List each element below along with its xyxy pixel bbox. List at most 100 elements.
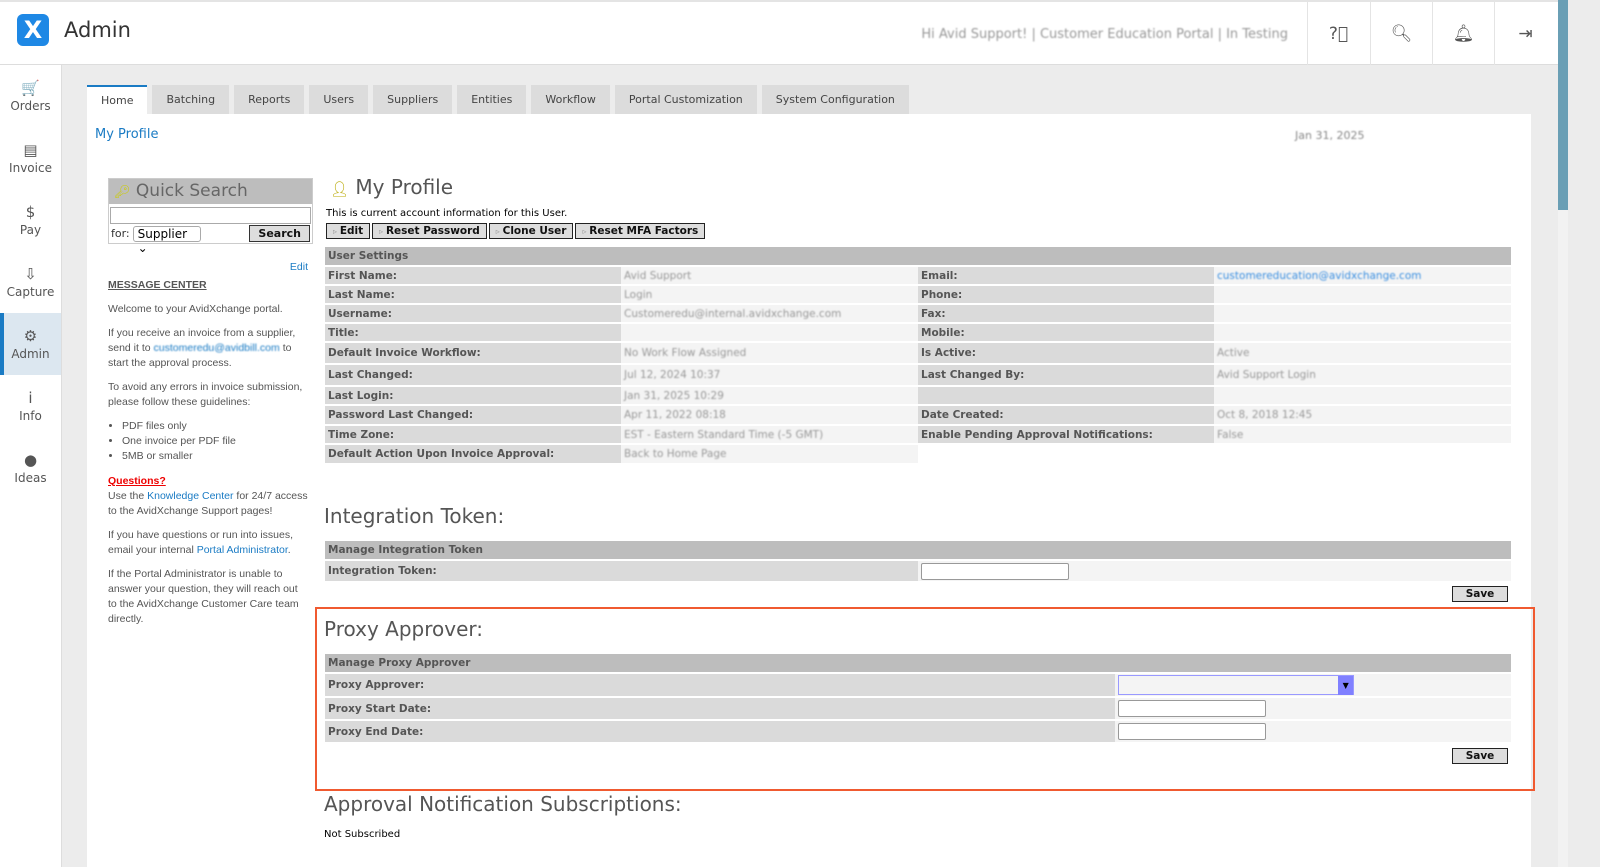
- proxy-approver-table: Manage Proxy Approver Proxy Approver: ▼ P…: [325, 654, 1511, 744]
- admin-note: If the Portal Administrator is unable to…: [108, 568, 299, 625]
- portal-admin-link[interactable]: Portal Administrator: [197, 544, 288, 556]
- for-label: for:: [111, 227, 130, 240]
- search-type-select[interactable]: Supplier ⌄: [132, 225, 201, 255]
- field-value-cell: [1214, 386, 1511, 406]
- sidebar-item-invoice[interactable]: ▤ Invoice: [0, 127, 61, 189]
- integration-save-button[interactable]: Save: [1452, 586, 1508, 602]
- sidebar-item-pay[interactable]: $ Pay: [0, 189, 61, 251]
- integration-token-label: Integration Token:: [325, 560, 918, 583]
- avidxchange-logo[interactable]: X: [17, 14, 49, 46]
- user-settings-table: User Settings First Name: Avid Support Ema…: [325, 247, 1511, 465]
- field-label: Enable Pending Approval Notifications:: [918, 425, 1214, 445]
- knowledge-center-link[interactable]: Knowledge Center: [147, 490, 233, 502]
- sidebar-item-info[interactable]: i Info: [0, 375, 61, 437]
- proxy-approver-select[interactable]: ▼: [1118, 675, 1355, 695]
- tab-workflow[interactable]: Workflow: [531, 85, 610, 114]
- tab-reports[interactable]: Reports: [234, 85, 305, 114]
- tab-portal-customization[interactable]: Portal Customization: [614, 85, 757, 114]
- tab-entities[interactable]: Entities: [457, 85, 527, 114]
- proxy-header: Manage Proxy Approver: [325, 654, 1511, 674]
- proxy-approver-label: Proxy Approver:: [325, 673, 1116, 698]
- reset-password-button[interactable]: Reset Password: [372, 223, 487, 239]
- sidebar-item-label: Invoice: [9, 160, 52, 175]
- tab-suppliers[interactable]: Suppliers: [373, 85, 453, 114]
- field-value-cell: Jan 31, 2025 10:29: [621, 386, 918, 406]
- sidebar-item-label: Admin: [11, 346, 50, 361]
- field-label: Title:: [325, 323, 621, 343]
- text: .: [287, 544, 291, 556]
- email-link[interactable]: customereducation@avidxchange.com: [1217, 270, 1421, 282]
- field-value-cell: False: [1214, 425, 1511, 445]
- table-row: Password Last Changed: Apr 11, 2022 08:18…: [325, 405, 1511, 426]
- proxy-end-label: Proxy End Date:: [325, 720, 1116, 744]
- invoice-icon: ▤: [23, 140, 38, 159]
- proxy-end-date-input[interactable]: [1118, 723, 1267, 740]
- table-row: Username: Customeredu@internal.avidxchang…: [325, 304, 1511, 324]
- guidelines-text: To avoid any errors in invoice submissio…: [108, 381, 303, 408]
- edit-button[interactable]: Edit: [326, 223, 371, 239]
- clone-user-button[interactable]: Clone User: [488, 223, 574, 239]
- integration-token-input[interactable]: [921, 562, 1069, 580]
- reset-mfa-button[interactable]: Reset MFA Factors: [575, 223, 706, 239]
- field-value-cell: Avid Support Login: [1214, 364, 1511, 387]
- capture-icon: ⇩: [24, 264, 37, 283]
- field-value-cell: Back to Home Page: [621, 444, 918, 465]
- field-value: Avid Support: [624, 269, 692, 282]
- table-row: First Name: Avid Support Email: customeredu…: [325, 266, 1511, 286]
- tab-batching[interactable]: Batching: [152, 85, 230, 114]
- field-value-cell: Jul 12, 2024 10:37: [621, 364, 918, 387]
- questions-heading: Questions?: [108, 475, 166, 487]
- edit-message-link[interactable]: Edit: [290, 261, 308, 273]
- proxy-start-date-input[interactable]: [1118, 700, 1267, 717]
- pay-icon: $: [25, 202, 36, 221]
- bell-icon[interactable]: 🔔︎: [1432, 2, 1494, 65]
- invoice-email-link[interactable]: customeredu@avidbill.com: [154, 342, 280, 354]
- table-row: Last Changed: Jul 12, 2024 10:37 Last Chan…: [325, 364, 1511, 387]
- field-value: EST - Eastern Standard Time (-5 GMT): [624, 428, 824, 441]
- sidebar-item-admin[interactable]: ⚙ Admin: [0, 313, 61, 375]
- user-settings-header: User Settings: [325, 247, 1511, 267]
- sidebar-item-ideas[interactable]: ● Ideas: [0, 437, 61, 499]
- key-icon: 🔑︎: [114, 185, 131, 200]
- field-value-cell: Login: [621, 285, 918, 305]
- field-value-cell: [1214, 285, 1511, 305]
- search-button[interactable]: Search: [249, 225, 310, 242]
- tab-users[interactable]: Users: [309, 85, 369, 114]
- field-label: Default Invoice Workflow:: [325, 342, 621, 365]
- integration-header: Manage Integration Token: [325, 541, 1511, 561]
- table-row: Last Login: Jan 31, 2025 10:29: [325, 386, 1511, 406]
- field-value: No Work Flow Assigned: [624, 347, 747, 359]
- notifications-title: Approval Notification Subscriptions:: [324, 792, 682, 816]
- tab-system-configuration[interactable]: System Configuration: [761, 85, 909, 114]
- scrollbar[interactable]: [1558, 0, 1568, 867]
- tab-home[interactable]: Home: [87, 85, 148, 114]
- orders-icon: 🛒: [21, 78, 40, 97]
- field-value: Jan 31, 2025 10:29: [624, 389, 724, 402]
- guideline-item: 5MB or smaller: [122, 449, 308, 464]
- field-value-cell: No Work Flow Assigned: [621, 342, 918, 365]
- quick-search-input[interactable]: [110, 207, 311, 224]
- field-value-cell: Customeredu@internal.avidxchange.com: [621, 304, 918, 324]
- scrollbar-thumb[interactable]: [1558, 0, 1568, 210]
- field-label: Username:: [325, 304, 621, 324]
- welcome-text: Welcome to your AvidXchange portal.: [108, 303, 283, 315]
- logout-icon[interactable]: ⇥: [1494, 2, 1556, 65]
- field-label: Last Changed By:: [918, 364, 1214, 387]
- table-row: Last Name: Login Phone:: [325, 285, 1511, 305]
- search-icon[interactable]: 🔍︎: [1370, 2, 1432, 65]
- breadcrumb[interactable]: My Profile: [95, 127, 158, 142]
- field-value-cell: [621, 323, 918, 343]
- proxy-save-button[interactable]: Save: [1452, 748, 1508, 764]
- sidebar-item-orders[interactable]: 🛒 Orders: [0, 65, 61, 127]
- field-value-cell: EST - Eastern Standard Time (-5 GMT): [621, 425, 918, 445]
- dropdown-arrow-icon[interactable]: ▼: [1338, 676, 1354, 695]
- help-icon[interactable]: ?⃝: [1307, 2, 1369, 65]
- field-label: Last Login:: [325, 386, 621, 406]
- field-value: Login: [624, 288, 653, 301]
- field-value-cell: Oct 8, 2018 12:45: [1214, 405, 1511, 426]
- sidebar-item-capture[interactable]: ⇩ Capture: [0, 251, 61, 313]
- page-title: My Profile: [355, 175, 454, 199]
- greeting-text: Hi Avid Support! | Customer Education Po…: [921, 27, 1288, 42]
- guideline-item: PDF files only: [122, 419, 308, 434]
- guideline-item: One invoice per PDF file: [122, 434, 308, 449]
